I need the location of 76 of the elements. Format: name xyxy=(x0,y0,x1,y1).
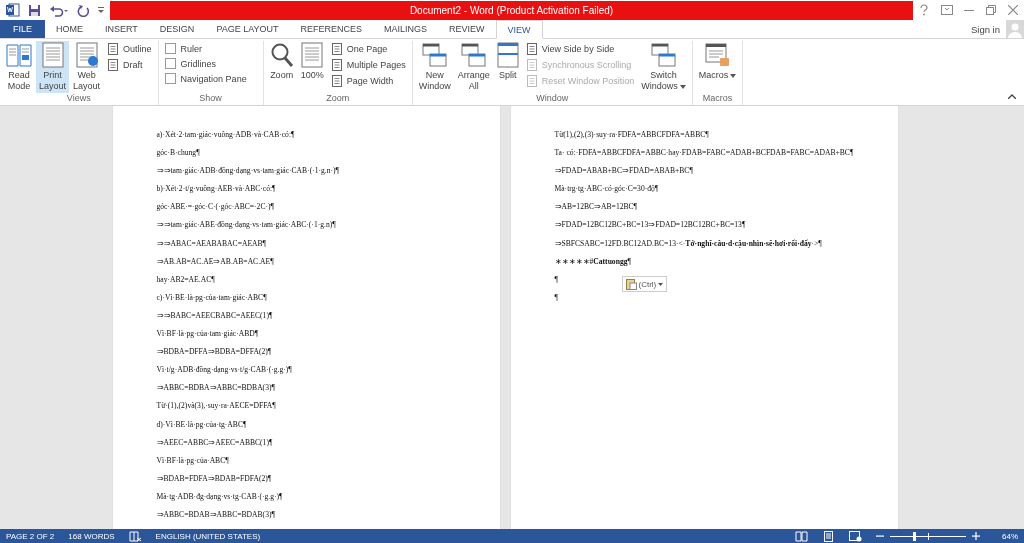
page-icon xyxy=(330,43,343,55)
undo-icon[interactable] xyxy=(49,3,69,17)
ribbon-tab[interactable]: INSERT xyxy=(94,20,149,38)
page-icon xyxy=(330,75,343,87)
ribbon-tab[interactable]: MAILINGS xyxy=(373,20,439,38)
proofing-icon[interactable] xyxy=(128,530,142,542)
ribbon-tab[interactable]: REVIEW xyxy=(438,20,496,38)
clipboard-icon xyxy=(625,278,637,290)
ribbon-button[interactable]: Arrange All xyxy=(454,41,493,93)
windows-icon xyxy=(460,42,487,68)
redo-icon[interactable] xyxy=(77,3,90,17)
caret-icon xyxy=(658,282,664,286)
group-label: Macros xyxy=(701,93,734,105)
page-icon xyxy=(525,59,538,71)
checkbox[interactable]: Navigation Pane xyxy=(164,73,257,84)
collapse-ribbon-icon[interactable] xyxy=(1008,94,1016,99)
checkbox[interactable]: Gridlines xyxy=(164,58,257,69)
help-icon[interactable] xyxy=(918,4,929,16)
page-icon xyxy=(525,43,538,55)
zoom-level[interactable]: 64% xyxy=(1002,531,1018,541)
paste-options-button[interactable]: (Ctrl) xyxy=(621,276,668,292)
search-icon xyxy=(269,42,294,68)
ribbon-button[interactable]: 100% xyxy=(297,41,327,93)
ribbon-button[interactable]: Read Mode xyxy=(3,41,35,93)
page-icon xyxy=(107,43,120,55)
page-count[interactable]: PAGE 2 OF 2 xyxy=(6,531,55,541)
print-layout-icon[interactable] xyxy=(822,530,835,542)
customize-icon[interactable] xyxy=(98,6,104,14)
ribbon-button[interactable]: One Page xyxy=(330,43,406,55)
page-icon xyxy=(107,59,120,71)
web-layout-icon[interactable] xyxy=(849,530,862,542)
ribbon-tab[interactable]: REFERENCES xyxy=(289,20,374,38)
ribbon-button[interactable]: Multiple Pages xyxy=(330,59,406,71)
word-count[interactable]: 168 WORDS xyxy=(68,531,115,541)
read-mode-icon[interactable] xyxy=(795,530,808,542)
ribbon-button[interactable]: Draft xyxy=(107,59,152,71)
checkbox[interactable]: Ruler xyxy=(164,43,257,54)
ribbon-tab[interactable]: VIEW xyxy=(495,20,543,39)
ribbon-button[interactable]: Zoom xyxy=(266,41,297,93)
group-label: Views xyxy=(65,93,92,105)
group-label: Zoom xyxy=(325,93,351,105)
book-icon xyxy=(6,42,32,68)
page-icon xyxy=(301,42,324,68)
save-icon[interactable] xyxy=(28,3,41,17)
close-icon[interactable] xyxy=(1008,5,1019,15)
page-icon xyxy=(525,75,538,87)
page-icon xyxy=(330,59,343,71)
word-logo-icon xyxy=(6,3,20,17)
group-label: Show xyxy=(198,93,223,105)
ribbon-button[interactable]: New Window xyxy=(415,41,454,93)
web-page-icon xyxy=(75,42,98,68)
ribbon-tab[interactable]: FILE xyxy=(0,20,45,38)
macro-icon xyxy=(704,42,731,68)
ribbon-button[interactable]: View Side by Side xyxy=(525,43,635,55)
ribbon-tab[interactable]: PAGE LAYOUT xyxy=(205,20,290,38)
zoom-in-icon[interactable] xyxy=(972,532,980,540)
ribbon-button[interactable]: Print Layout xyxy=(36,41,70,93)
slider-thumb[interactable] xyxy=(913,531,917,541)
language-indicator[interactable]: ENGLISH (UNITED STATES) xyxy=(155,531,261,541)
ribbon-button[interactable]: Page Width xyxy=(330,75,406,87)
page-icon xyxy=(41,42,64,68)
sign-in-link[interactable]: Sign in xyxy=(970,23,1000,35)
ribbon-button[interactable]: Outline xyxy=(107,43,152,55)
ribbon-button[interactable]: Macros xyxy=(695,41,740,93)
windows-icon xyxy=(421,42,448,68)
windows-icon xyxy=(650,42,677,68)
ribbon-display-icon[interactable] xyxy=(940,5,953,15)
ribbon-tab[interactable]: HOME xyxy=(45,20,94,38)
window-title: Document2 - Word (Product Activation Failed) xyxy=(409,4,614,16)
ribbon-tab[interactable]: DESIGN xyxy=(148,20,206,38)
ribbon-button[interactable]: Switch Windows xyxy=(638,41,689,93)
split-icon xyxy=(496,42,519,68)
ribbon-button[interactable]: Split xyxy=(493,41,522,93)
restore-icon[interactable] xyxy=(986,5,997,15)
group-label: Window xyxy=(535,93,570,105)
ribbon-button[interactable]: Web Layout xyxy=(70,41,104,93)
